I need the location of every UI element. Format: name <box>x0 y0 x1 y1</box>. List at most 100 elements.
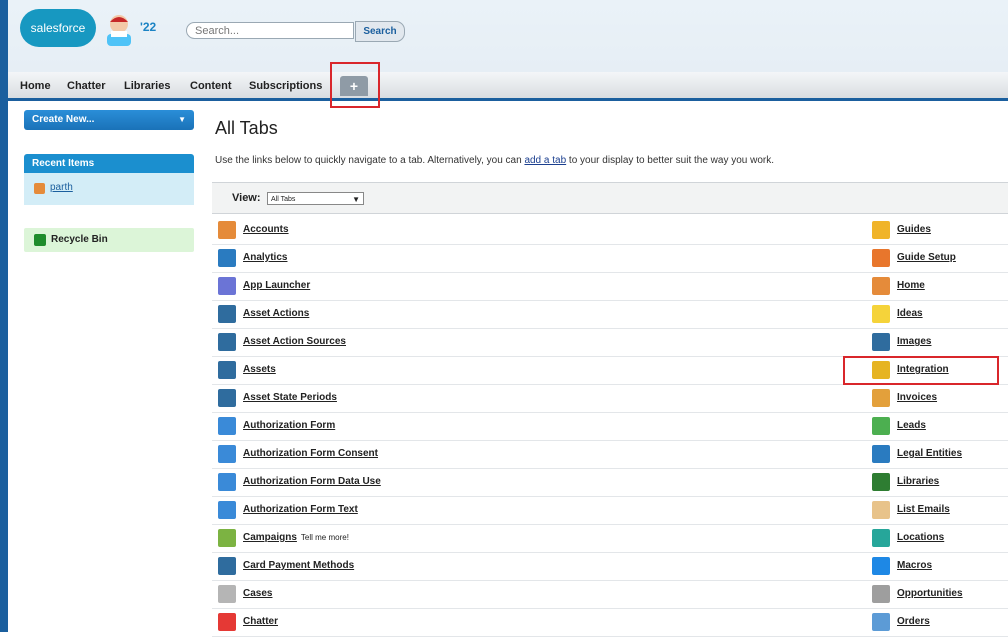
authorization-form-icon <box>218 417 236 435</box>
chevron-down-icon: ▼ <box>178 115 186 124</box>
tab-link-label: Guide Setup <box>897 244 956 272</box>
tab-label[interactable]: Orders <box>897 616 930 627</box>
view-label: View: <box>232 192 261 204</box>
create-new-button[interactable]: Create New... ▼ <box>24 110 194 130</box>
tab-label[interactable]: Opportunities <box>897 588 963 599</box>
tab-link-label: Authorization Form Consent <box>243 440 378 468</box>
tab-label[interactable]: Libraries <box>897 476 939 487</box>
recycle-bin-link[interactable]: Recycle Bin <box>24 228 194 252</box>
tab-content[interactable]: Content <box>190 80 232 92</box>
create-new-label: Create New... <box>32 114 95 125</box>
cases-icon <box>218 585 236 603</box>
assets-icon <box>218 361 236 379</box>
table-row: Asset Actions Ideas <box>212 300 1008 329</box>
accounts-icon <box>218 221 236 239</box>
salesforce-logo[interactable]: salesforce <box>20 9 96 47</box>
asset-actions-icon <box>218 305 236 323</box>
guide-setup-icon <box>872 249 890 267</box>
table-row: Authorization Form Text List Emails <box>212 496 1008 525</box>
tab-label[interactable]: Ideas <box>897 308 923 319</box>
tab-label[interactable]: Accounts <box>243 224 289 235</box>
tab-label[interactable]: Guide Setup <box>897 252 956 263</box>
table-row: Authorization Form Consent Legal Entities <box>212 440 1008 469</box>
chatter-icon <box>218 613 236 631</box>
tab-label[interactable]: Asset Actions <box>243 308 309 319</box>
tab-label[interactable]: Leads <box>897 420 926 431</box>
tab-chatter[interactable]: Chatter <box>67 80 106 92</box>
add-a-tab-link[interactable]: add a tab <box>524 155 566 166</box>
highlight-box-plus-tab <box>330 62 380 108</box>
tab-label[interactable]: Authorization Form Text <box>243 504 358 515</box>
tab-subscriptions[interactable]: Subscriptions <box>249 80 322 92</box>
tab-link-label: App Launcher <box>243 272 310 300</box>
tab-label[interactable]: Campaigns <box>243 532 297 543</box>
tab-label[interactable]: Asset Action Sources <box>243 336 346 347</box>
tab-label[interactable]: Macros <box>897 560 932 571</box>
legal-entities-icon <box>872 445 890 463</box>
tab-link-label: Assets <box>243 356 276 384</box>
tab-label[interactable]: Images <box>897 336 931 347</box>
home-icon <box>872 277 890 295</box>
tab-link-label: Invoices <box>897 384 937 412</box>
tab-link-label: Campaigns Tell me more! <box>243 524 349 552</box>
tab-link-label: Libraries <box>897 468 939 496</box>
tab-link-label: Leads <box>897 412 926 440</box>
recycle-bin-label: Recycle Bin <box>51 234 108 245</box>
tab-label[interactable]: List Emails <box>897 504 950 515</box>
tab-label[interactable]: Authorization Form Consent <box>243 448 378 459</box>
tab-label[interactable]: Invoices <box>897 392 937 403</box>
view-select[interactable]: All Tabs ▼ <box>267 192 364 205</box>
tab-label[interactable]: Asset State Periods <box>243 392 337 403</box>
recent-items-panel: parth <box>24 173 194 205</box>
tab-link-label: Asset Action Sources <box>243 328 346 356</box>
tab-link-label: Ideas <box>897 300 923 328</box>
list-emails-icon <box>872 501 890 519</box>
table-row: Authorization Form Leads <box>212 412 1008 441</box>
orders-icon <box>872 613 890 631</box>
tab-label[interactable]: Cases <box>243 588 272 599</box>
tab-link-label: Card Payment Methods <box>243 552 354 580</box>
leads-icon <box>872 417 890 435</box>
authorization-form-data-use-icon <box>218 473 236 491</box>
tab-link-label: Accounts <box>243 216 289 244</box>
tab-label[interactable]: Authorization Form <box>243 420 335 431</box>
tab-label[interactable]: Analytics <box>243 252 287 263</box>
tab-label[interactable]: Assets <box>243 364 276 375</box>
intro-text-end: to your display to better suit the way y… <box>566 155 775 166</box>
tab-label[interactable]: Locations <box>897 532 944 543</box>
card-payment-methods-icon <box>218 557 236 575</box>
tab-link-label: Macros <box>897 552 932 580</box>
chevron-down-icon: ▼ <box>352 195 360 204</box>
tab-label[interactable]: Card Payment Methods <box>243 560 354 571</box>
search-input[interactable]: Search... <box>186 22 354 39</box>
table-row: Card Payment Methods Macros <box>212 552 1008 581</box>
table-row: Accounts Guides <box>212 216 1008 245</box>
tab-label[interactable]: Authorization Form Data Use <box>243 476 381 487</box>
tab-link-label: Locations <box>897 524 944 552</box>
libraries-icon <box>872 473 890 491</box>
locations-icon <box>872 529 890 547</box>
macros-icon <box>872 557 890 575</box>
tab-link-label: Legal Entities <box>897 440 962 468</box>
tell-me-more-link[interactable]: Tell me more! <box>301 533 349 542</box>
table-row: Analytics Guide Setup <box>212 244 1008 273</box>
header-bar <box>0 0 1008 72</box>
recent-item-link[interactable]: parth <box>34 182 73 193</box>
opportunities-icon <box>872 585 890 603</box>
tab-label[interactable]: Guides <box>897 224 931 235</box>
table-row: Campaigns Tell me more! Locations <box>212 524 1008 553</box>
tab-label[interactable]: Home <box>897 280 925 291</box>
tab-label[interactable]: Legal Entities <box>897 448 962 459</box>
table-row: Authorization Form Data Use Libraries <box>212 468 1008 497</box>
app-launcher-icon <box>218 277 236 295</box>
tab-link-label: Images <box>897 328 931 356</box>
analytics-icon <box>218 249 236 267</box>
tab-link-label: Authorization Form <box>243 412 335 440</box>
tab-home[interactable]: Home <box>20 80 51 92</box>
tab-libraries[interactable]: Libraries <box>124 80 170 92</box>
campaigns-icon <box>218 529 236 547</box>
tab-label[interactable]: Chatter <box>243 616 278 627</box>
invoices-icon <box>872 389 890 407</box>
search-button[interactable]: Search <box>355 21 405 42</box>
tab-label[interactable]: App Launcher <box>243 280 310 291</box>
